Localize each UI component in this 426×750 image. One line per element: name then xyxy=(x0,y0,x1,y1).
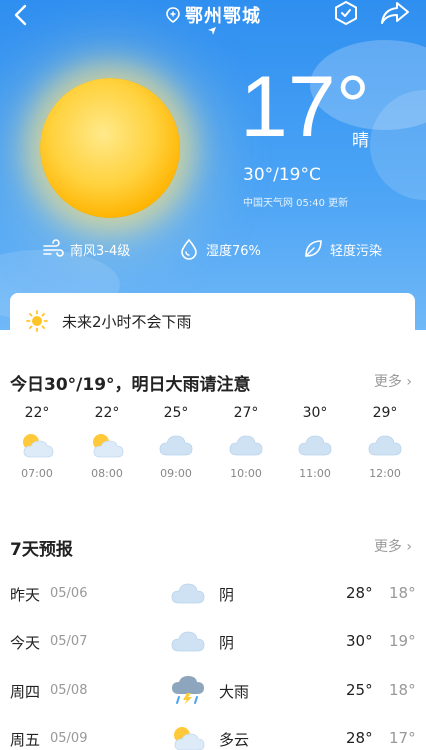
day-date: 05/09 xyxy=(50,731,88,746)
cloud-icon xyxy=(297,431,333,459)
leaf-icon xyxy=(305,240,322,257)
hour-column: 27° 10:00 xyxy=(221,405,271,480)
cloud-icon xyxy=(228,431,264,459)
sun-icon xyxy=(26,310,48,332)
hexagon-menu-icon[interactable] xyxy=(333,0,359,26)
hour-time: 10:00 xyxy=(230,467,262,480)
chevron-right-icon: › xyxy=(406,539,412,555)
humidity-label: 湿度76% xyxy=(206,243,261,259)
air-quality-metric: 轻度污染 xyxy=(302,238,382,260)
day-high: 28° xyxy=(346,584,373,602)
day-condition: 阴 xyxy=(219,586,235,604)
day-name: 昨天 xyxy=(10,586,41,604)
location-plus-icon xyxy=(166,7,180,23)
air-quality-label: 轻度污染 xyxy=(330,243,383,259)
sun-illustration xyxy=(40,78,180,218)
day-date: 05/08 xyxy=(50,683,88,698)
day-high: 28° xyxy=(346,729,373,747)
hour-time: 12:00 xyxy=(369,467,401,480)
hour-time: 08:00 xyxy=(91,467,123,480)
day-condition: 多云 xyxy=(219,731,250,749)
day-low: 17° xyxy=(389,729,416,747)
today-title: 今日30°/19°，明日大雨请注意 xyxy=(10,375,251,395)
cloud-icon xyxy=(367,431,403,459)
day-low: 18° xyxy=(389,681,416,699)
day-name: 周五 xyxy=(10,731,41,749)
hour-time: 09:00 xyxy=(160,467,192,480)
top-bar: 鄂州鄂城 xyxy=(0,0,426,40)
day-name: 今天 xyxy=(10,634,41,652)
forecast-more-link[interactable]: 更多 › xyxy=(374,536,412,556)
hour-column: 30° 11:00 xyxy=(290,405,340,480)
chevron-right-icon: › xyxy=(406,374,412,390)
cloud-icon xyxy=(170,626,206,656)
share-icon[interactable] xyxy=(380,0,410,26)
partly-cloudy-icon xyxy=(19,431,55,459)
day-low: 18° xyxy=(389,584,416,602)
today-more-label: 更多 xyxy=(373,374,402,390)
day-date: 05/07 xyxy=(50,634,88,649)
hour-column: 29° 12:00 xyxy=(360,405,410,480)
hour-temperature: 22° xyxy=(24,405,50,421)
hour-time: 11:00 xyxy=(299,467,331,480)
current-temperature: 17° xyxy=(240,59,371,155)
hour-temperature: 29° xyxy=(372,405,398,421)
weather-hero: 鄂州鄂城 17° 晴 30°/19°C 中国天气网 05:40 更新 南风3-4… xyxy=(0,0,426,330)
hour-temperature: 30° xyxy=(302,405,328,421)
hour-column: 22° 08:00 xyxy=(82,405,132,480)
wind-label: 南风3-4级 xyxy=(70,243,131,259)
forecast-more-label: 更多 xyxy=(373,539,402,555)
hour-temperature: 22° xyxy=(94,405,120,421)
wind-metric: 南风3-4级 xyxy=(42,238,130,260)
rain-forecast-card[interactable]: 未来2小时不会下雨 xyxy=(10,293,415,349)
hour-temperature: 25° xyxy=(163,405,189,421)
location-selector[interactable]: 鄂州鄂城 xyxy=(0,2,426,28)
current-condition: 晴 xyxy=(352,131,369,151)
partly-cloudy-icon xyxy=(170,723,206,750)
location-name: 鄂州鄂城 xyxy=(185,6,261,27)
hour-column: 25° 09:00 xyxy=(151,405,201,480)
partly-cloudy-icon xyxy=(89,431,125,459)
day-high: 30° xyxy=(346,632,373,650)
wind-icon xyxy=(43,239,64,257)
hour-column: 22° 07:00 xyxy=(12,405,62,480)
forecast-day-row[interactable]: 周五 05/09 多云 28° 17° xyxy=(0,719,426,750)
forecast-day-row[interactable]: 昨天 05/06 阴 28° 18° xyxy=(0,574,426,614)
forecast-day-row[interactable]: 今天 05/07 阴 30° 19° xyxy=(0,622,426,662)
forecast-title: 7天预报 xyxy=(10,540,73,560)
forecast-day-row[interactable]: 周四 05/08 大雨 25° 18° xyxy=(0,671,426,711)
day-condition: 阴 xyxy=(219,634,235,652)
hour-time: 07:00 xyxy=(21,467,53,480)
hour-temperature: 27° xyxy=(233,405,259,421)
cloud-icon xyxy=(158,431,194,459)
day-date: 05/06 xyxy=(50,586,88,601)
day-condition: 大雨 xyxy=(219,683,250,701)
day-low: 19° xyxy=(389,632,416,650)
humidity-metric: 湿度76% xyxy=(178,238,261,260)
rain-notice-text: 未来2小时不会下雨 xyxy=(62,312,192,331)
today-more-link[interactable]: 更多 › xyxy=(374,371,412,391)
weather-metrics: 南风3-4级 湿度76% 轻度污染 xyxy=(0,238,426,264)
update-source: 中国天气网 05:40 更新 xyxy=(243,198,349,209)
location-arrow-icon xyxy=(208,27,216,35)
day-high: 25° xyxy=(346,681,373,699)
day-name: 周四 xyxy=(10,683,41,701)
humidity-icon xyxy=(181,238,197,260)
cloud-icon xyxy=(170,578,206,608)
storm-cloud-icon xyxy=(170,675,206,705)
temperature-range: 30°/19°C xyxy=(243,165,321,185)
hourly-forecast: 22° 07:00 22° 08:00 25° 09:00 27° 10:00 30° 11:00… xyxy=(0,405,426,495)
